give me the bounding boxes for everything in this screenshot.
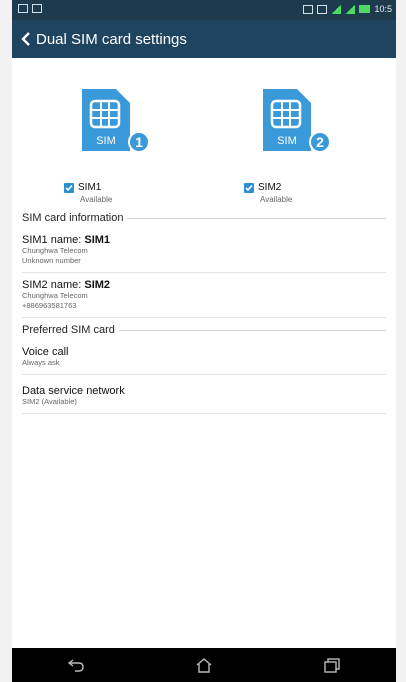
sim-card-icon: SIM 1 (82, 89, 150, 153)
sim1-card[interactable]: SIM 1 (80, 87, 150, 153)
sim1-checkbox[interactable] (64, 182, 74, 193)
app-bar: Dual SIM card settings (12, 20, 396, 58)
status-left-icons (18, 4, 42, 13)
sim1-name-value: SIM1 (84, 234, 111, 246)
sim-status-icon (317, 4, 328, 14)
nav-recents-button[interactable] (317, 653, 347, 677)
sim-info-section: SIM card information SIM1 name: SIM1 Chu… (12, 212, 396, 414)
preferred-sim-header-label: Preferred SIM card (22, 324, 115, 336)
data-service-title: Data service network (22, 385, 125, 397)
signal-2-icon (345, 4, 356, 14)
sim-cards-area: SIM 1 SIM 2 SIM1 Available SIM2 Availabl… (12, 58, 396, 206)
sim-info-header: SIM card information (22, 212, 386, 224)
nav-back-button[interactable] (61, 653, 91, 677)
sim2-name-title: SIM2 name: SIM2 (22, 279, 386, 291)
sim1-checkbox-label: SIM1 (78, 182, 102, 193)
sim2-carrier: Chunghwa Telecom (22, 291, 88, 300)
voice-call-item[interactable]: Voice call Always ask (22, 336, 386, 375)
device-frame-left (0, 0, 12, 682)
navigation-bar (12, 648, 396, 682)
sim1-name-title: SIM1 name: SIM1 (22, 234, 386, 246)
sim2-checkbox-row[interactable]: SIM2 (244, 182, 281, 193)
home-icon (196, 658, 212, 673)
back-button[interactable] (16, 32, 36, 46)
sim2-checkbox-label: SIM2 (258, 182, 282, 193)
sim1-status: Available (80, 195, 113, 204)
screenshot-icon (32, 4, 42, 13)
sim1-name-prefix: SIM1 name: (22, 234, 82, 246)
nav-home-button[interactable] (189, 653, 219, 677)
status-time: 10:5 (374, 4, 392, 14)
sim2-card-label: SIM (277, 135, 297, 147)
recents-icon (324, 658, 340, 673)
voice-call-title: Voice call (22, 346, 69, 358)
sim2-name-item[interactable]: SIM2 name: SIM2 Chunghwa Telecom +886963… (22, 273, 386, 318)
sim2-name-value: SIM2 (84, 279, 111, 291)
notification-icon (18, 4, 28, 13)
sim1-name-item[interactable]: SIM1 name: SIM1 Chunghwa Telecom Unknown… (22, 224, 386, 273)
checkmark-icon (65, 184, 73, 191)
page-title: Dual SIM card settings (36, 30, 187, 48)
sim1-checkbox-row[interactable]: SIM1 (64, 182, 101, 193)
sim2-checkbox[interactable] (244, 182, 254, 193)
chevron-left-icon (21, 32, 30, 46)
sim2-phone-number: +886963581763 (22, 301, 77, 310)
signal-icon (331, 4, 342, 14)
sim-info-header-label: SIM card information (22, 212, 124, 224)
sim1-carrier: Chunghwa Telecom (22, 246, 88, 255)
section-divider (127, 217, 386, 219)
sim2-card[interactable]: SIM 2 (261, 87, 331, 153)
vibrate-icon (303, 4, 314, 14)
status-bar: 10:5 (12, 0, 396, 20)
section-divider (118, 329, 386, 331)
data-service-item[interactable]: Data service network SIM2 (Available) (22, 375, 386, 414)
sim2-status: Available (260, 195, 293, 204)
phone-screen: 10:5 Dual SIM card settings SIM 1 SIM 2 … (12, 0, 396, 682)
status-right-icons: 10:5 (303, 4, 392, 14)
checkmark-icon (245, 184, 253, 191)
device-frame-right (396, 0, 406, 682)
preferred-sim-header: Preferred SIM card (22, 324, 386, 336)
voice-call-value: Always ask (22, 358, 60, 367)
back-icon (67, 659, 84, 672)
sim-card-icon: SIM 2 (263, 89, 331, 153)
sim2-name-prefix: SIM2 name: (22, 279, 82, 291)
sim2-number-badge: 2 (316, 134, 324, 150)
data-service-value: SIM2 (Available) (22, 397, 77, 406)
sim1-phone-number: Unknown number (22, 256, 81, 265)
sim1-number-badge: 1 (135, 134, 143, 150)
battery-icon (359, 5, 371, 13)
sim1-card-label: SIM (96, 135, 116, 147)
